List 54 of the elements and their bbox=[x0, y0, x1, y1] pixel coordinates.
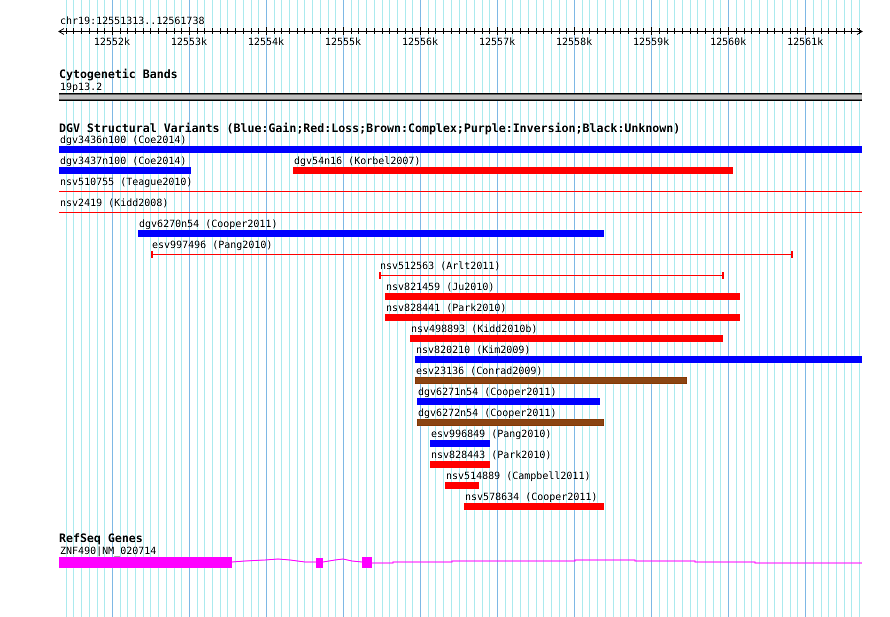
cytoband-bar[interactable] bbox=[59, 93, 862, 101]
feature-label: dgv3436n100 (Coe2014) bbox=[60, 135, 186, 146]
variant-bar[interactable] bbox=[59, 146, 862, 153]
variant-bar[interactable] bbox=[138, 230, 604, 237]
feature-label: dgv6272n54 (Cooper2011) bbox=[418, 408, 556, 419]
variant-line[interactable] bbox=[379, 272, 724, 279]
feature-label: nsv512563 (Arlt2011) bbox=[380, 261, 500, 272]
feature-label: nsv2419 (Kidd2008) bbox=[60, 198, 168, 209]
gene-label: ZNF490|NM_020714 bbox=[60, 546, 156, 557]
gene-model-drawing[interactable] bbox=[59, 557, 862, 568]
tick-label: 12557k bbox=[478, 37, 516, 48]
variant-bar[interactable] bbox=[430, 440, 490, 447]
tick-label: 12556k bbox=[402, 37, 438, 48]
tick-label: 12561k bbox=[787, 37, 824, 48]
variant-bar[interactable] bbox=[415, 377, 687, 384]
tick-label: 12553k bbox=[170, 37, 207, 48]
position-label: chr19:12551313..12561738 bbox=[60, 16, 204, 27]
tick-label: 12554k bbox=[248, 37, 284, 48]
band-label: 19p13.2 bbox=[60, 82, 102, 93]
tick-label: 12558k bbox=[556, 37, 592, 48]
tick-label: 12552k bbox=[94, 37, 130, 48]
variant-bar[interactable] bbox=[417, 398, 600, 405]
feature-label: esv997496 (Pang2010) bbox=[152, 240, 272, 251]
feature-label: nsv821459 (Ju2010) bbox=[386, 282, 494, 293]
feature-label: nsv828441 (Park2010) bbox=[386, 303, 506, 314]
variant-bar[interactable] bbox=[430, 461, 490, 468]
tick-label: 12555k bbox=[324, 37, 362, 48]
feature-label: nsv498893 (Kidd2010b) bbox=[411, 324, 538, 335]
variant-bar[interactable] bbox=[410, 335, 723, 342]
feature-label: nsv514889 (Campbell2011) bbox=[446, 471, 590, 482]
feature-label: nsv820210 (Kim2009) bbox=[416, 345, 530, 356]
variant-bar[interactable] bbox=[385, 314, 740, 321]
variant-bar[interactable] bbox=[464, 503, 604, 510]
variant-line[interactable] bbox=[151, 251, 793, 258]
variant-bar[interactable] bbox=[417, 419, 604, 426]
feature-label: nsv828443 (Park2010) bbox=[431, 450, 552, 461]
variant-bar[interactable] bbox=[293, 167, 733, 174]
track-title: DGV Structural Variants (Blue:Gain;Red:Loss;Brown:Complex;Purple:Inversion;Black:Unknown) bbox=[59, 121, 680, 135]
variant-bar[interactable] bbox=[445, 482, 479, 489]
feature-label: esv996849 (Pang2010) bbox=[431, 429, 552, 440]
variant-bar[interactable] bbox=[59, 167, 191, 174]
track-title: Cytogenetic Bands bbox=[59, 67, 178, 81]
tick-label: 12559k bbox=[633, 37, 670, 48]
feature-label: dgv3437n100 (Coe2014) bbox=[60, 156, 186, 167]
variant-bar[interactable] bbox=[415, 356, 862, 363]
feature-label: dgv6270n54 (Cooper2011) bbox=[139, 219, 278, 230]
feature-label: nsv578634 (Cooper2011) bbox=[465, 492, 598, 503]
feature-label: esv23136 (Conrad2009) bbox=[416, 366, 542, 377]
feature-label: dgv6271n54 (Cooper2011) bbox=[418, 387, 556, 398]
track-title: RefSeq Genes bbox=[59, 531, 143, 545]
variant-bar[interactable] bbox=[385, 293, 740, 300]
feature-label: dgv54n16 (Korbel2007) bbox=[294, 156, 420, 167]
feature-label: nsv510755 (Teague2010) bbox=[60, 177, 192, 188]
tick-label: 12560k bbox=[710, 37, 746, 48]
